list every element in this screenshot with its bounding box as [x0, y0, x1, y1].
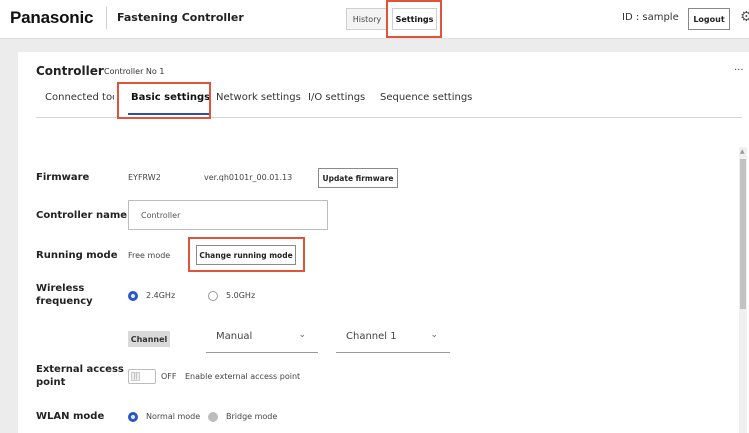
wireless-label-line2: frequency: [36, 296, 93, 307]
history-button[interactable]: History: [346, 8, 388, 30]
external-access-label-line1: External access: [36, 364, 124, 375]
chevron-down-icon: ⌄: [298, 330, 306, 340]
settings-highlight-box: [386, 0, 442, 38]
channel-mode-value: Manual: [216, 331, 253, 342]
scrollbar[interactable]: ▲: [739, 147, 747, 433]
radio-normal-mode-label: Normal mode: [146, 412, 201, 421]
chevron-down-icon: ⌄: [430, 330, 438, 340]
external-access-state: OFF: [161, 372, 177, 381]
toggle-knob: ||: [131, 372, 140, 381]
logout-button[interactable]: Logout: [688, 8, 730, 30]
firmware-name: EYFRW2: [128, 173, 161, 182]
controller-panel: Controller Controller No 1 ... Connected…: [18, 52, 749, 433]
update-firmware-button[interactable]: Update firmware: [318, 168, 398, 188]
tab-io-settings[interactable]: I/O settings: [308, 92, 365, 103]
wlan-mode-label: WLAN mode: [36, 411, 105, 422]
running-mode-label: Running mode: [36, 250, 118, 261]
external-access-label-line2: point: [36, 377, 66, 388]
channel-mode-select[interactable]: Manual ⌄: [206, 325, 318, 353]
firmware-version: ver.qh0101r_00.01.13: [204, 173, 293, 182]
radio-2-4ghz[interactable]: [128, 291, 138, 301]
user-id: ID : sample: [622, 12, 679, 23]
controller-name-field[interactable]: Controller: [128, 200, 328, 230]
external-access-description: Enable external access point: [185, 372, 301, 381]
scrollbar-thumb[interactable]: [740, 159, 746, 309]
radio-bridge-mode-label: Bridge mode: [226, 412, 278, 421]
channel-chip: Channel: [128, 331, 170, 347]
basic-settings-highlight-box: [117, 82, 211, 119]
external-access-label: External access point: [36, 363, 124, 389]
top-bar: Panasonic Fastening Controller History S…: [0, 0, 749, 39]
more-options-icon[interactable]: ...: [734, 62, 744, 73]
brand-divider: [106, 7, 107, 29]
running-mode-highlight-box: [188, 237, 305, 272]
controller-subtitle: Controller No 1: [104, 67, 165, 76]
channel-select[interactable]: Channel 1 ⌄: [336, 325, 450, 353]
radio-5-0ghz-label: 5.0GHz: [226, 291, 256, 300]
radio-bridge-mode[interactable]: [208, 412, 218, 422]
channel-value: Channel 1: [346, 331, 397, 342]
running-mode-value: Free mode: [128, 251, 171, 260]
scroll-up-arrow-icon[interactable]: ▲: [740, 148, 745, 155]
wireless-label-line1: Wireless: [36, 283, 85, 294]
radio-2-4ghz-label: 2.4GHz: [146, 291, 176, 300]
radio-5-0ghz[interactable]: [208, 291, 218, 301]
radio-normal-mode[interactable]: [128, 412, 138, 422]
brand-logo: Panasonic: [10, 8, 94, 27]
wireless-frequency-label: Wireless frequency: [36, 282, 93, 308]
controller-title: Controller: [36, 64, 104, 78]
tab-network-settings[interactable]: Network settings: [216, 92, 301, 103]
firmware-label: Firmware: [36, 172, 90, 183]
external-access-toggle[interactable]: ||: [128, 369, 156, 384]
controller-name-label: Controller name: [36, 210, 128, 221]
tab-connected-tool[interactable]: Connected tool: [45, 92, 114, 103]
tab-sequence-settings[interactable]: Sequence settings: [380, 92, 472, 103]
app-title: Fastening Controller: [117, 11, 244, 24]
gear-icon[interactable]: ⚙: [740, 9, 749, 25]
